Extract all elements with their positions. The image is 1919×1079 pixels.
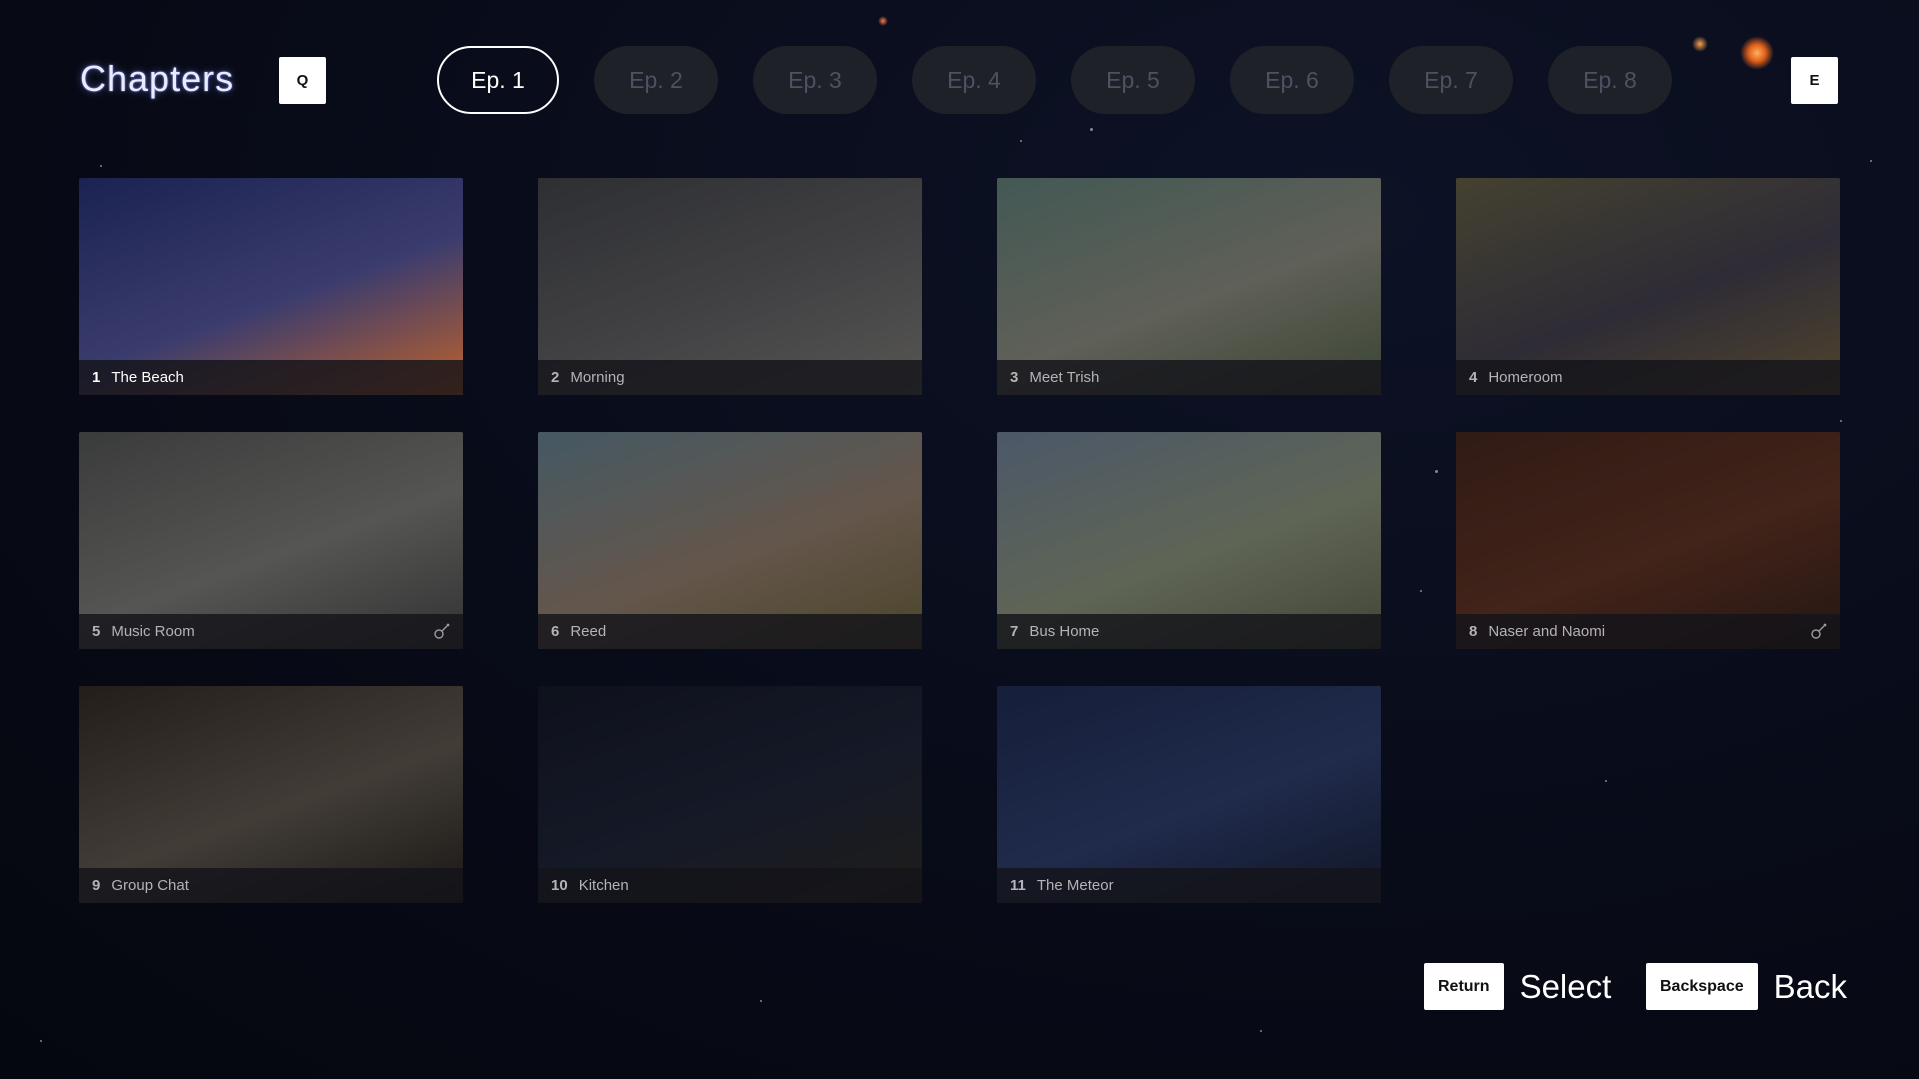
chapter-caption: 11 The Meteor	[997, 868, 1381, 903]
chapter-card[interactable]: 11 The Meteor	[997, 686, 1381, 903]
tab-episode-8[interactable]: Ep. 8	[1548, 46, 1672, 114]
chapter-card[interactable]: 7 Bus Home	[997, 432, 1381, 649]
chapter-number: 1	[92, 369, 101, 386]
chapter-caption: 3 Meet Trish	[997, 360, 1381, 395]
chapter-caption: 1 The Beach	[79, 360, 463, 395]
chapter-number: 4	[1469, 369, 1478, 386]
chapter-caption: 4 Homeroom	[1456, 360, 1840, 395]
chapter-caption: 6 Reed	[538, 614, 922, 649]
chapter-caption: 2 Morning	[538, 360, 922, 395]
chapter-caption: 8 Naser and Naomi	[1456, 614, 1840, 649]
chapter-title: Group Chat	[111, 877, 189, 894]
chapter-title: Meet Trish	[1029, 369, 1100, 386]
chapter-number: 8	[1469, 623, 1478, 640]
tab-episode-2[interactable]: Ep. 2	[594, 46, 718, 114]
guitar-icon	[434, 623, 450, 639]
chapter-number: 10	[551, 877, 568, 894]
chapter-caption: 10 Kitchen	[538, 868, 922, 903]
chapter-title: Music Room	[111, 623, 195, 640]
chapter-title: Kitchen	[578, 877, 629, 894]
chapter-card[interactable]: 5 Music Room	[79, 432, 463, 649]
orange-star-glow	[1740, 36, 1774, 70]
chapter-caption: 5 Music Room	[79, 614, 463, 649]
select-label: Select	[1519, 967, 1612, 1005]
chapter-title: The Beach	[111, 369, 184, 386]
chapter-number: 9	[92, 877, 101, 894]
chapter-card[interactable]: 2 Morning	[538, 178, 922, 395]
chapter-number: 11	[1010, 877, 1026, 894]
chapter-title: Morning	[570, 369, 625, 386]
next-episode-key[interactable]: E	[1791, 57, 1838, 104]
chapter-number: 7	[1010, 623, 1019, 640]
chapter-title: Reed	[570, 623, 607, 640]
chapter-number: 6	[551, 623, 560, 640]
select-hint: Return Select	[1424, 963, 1611, 1010]
chapter-number: 5	[92, 623, 101, 640]
tab-episode-3[interactable]: Ep. 3	[753, 46, 877, 114]
chapter-card[interactable]: 1 The Beach	[79, 178, 463, 395]
chapter-caption: 7 Bus Home	[997, 614, 1381, 649]
chapter-number: 2	[551, 369, 560, 386]
chapter-title: The Meteor	[1036, 877, 1114, 894]
chapter-caption: 9 Group Chat	[79, 868, 463, 903]
chapter-card[interactable]: 8 Naser and Naomi	[1456, 432, 1840, 649]
page-title: Chapters	[80, 58, 235, 99]
guitar-icon	[1811, 623, 1827, 639]
chapter-card[interactable]: 10 Kitchen	[538, 686, 922, 903]
tab-episode-6[interactable]: Ep. 6	[1230, 46, 1354, 114]
prev-episode-key[interactable]: Q	[279, 57, 326, 104]
orange-star-glow-small	[1692, 36, 1708, 52]
chapter-card[interactable]: 9 Group Chat	[79, 686, 463, 903]
tab-episode-1[interactable]: Ep. 1	[437, 46, 559, 114]
back-label: Back	[1773, 967, 1847, 1005]
orange-star-glow-tiny	[878, 16, 888, 26]
chapter-card[interactable]: 4 Homeroom	[1456, 178, 1840, 395]
chapter-card[interactable]: 3 Meet Trish	[997, 178, 1381, 395]
chapter-title: Homeroom	[1488, 369, 1563, 386]
chapter-number: 3	[1010, 369, 1019, 386]
chapter-grid: 1 The Beach 2 Morning 3 Meet Trish 4 Homeroom 5 M…	[79, 178, 1841, 903]
tab-episode-5[interactable]: Ep. 5	[1071, 46, 1195, 114]
back-hint: Backspace Back	[1646, 963, 1847, 1010]
episode-tabs: Ep. 1 Ep. 2 Ep. 3 Ep. 4 Ep. 5 Ep. 6 Ep. 7 Ep. 8	[437, 46, 1672, 114]
chapter-title: Naser and Naomi	[1488, 623, 1606, 640]
chapter-title: Bus Home	[1029, 623, 1100, 640]
tab-episode-4[interactable]: Ep. 4	[912, 46, 1036, 114]
backspace-key[interactable]: Backspace	[1646, 963, 1758, 1010]
tab-episode-7[interactable]: Ep. 7	[1389, 46, 1513, 114]
return-key[interactable]: Return	[1424, 963, 1504, 1010]
chapter-card[interactable]: 6 Reed	[538, 432, 922, 649]
